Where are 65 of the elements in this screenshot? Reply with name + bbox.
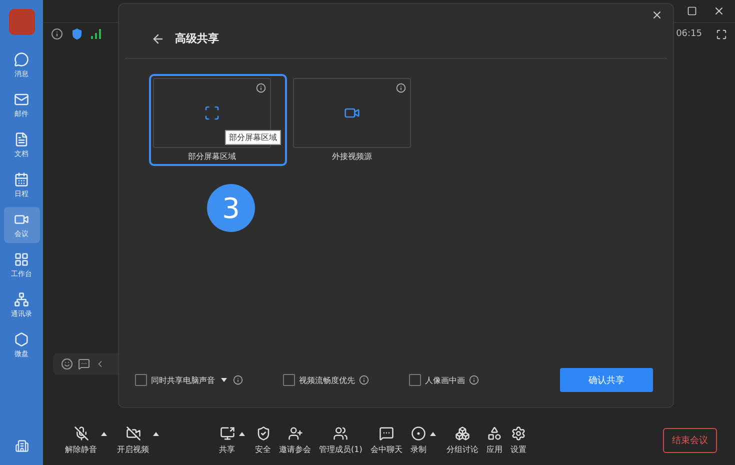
checkbox[interactable]	[283, 374, 295, 386]
close-button[interactable]	[651, 9, 663, 21]
caret-icon[interactable]	[239, 432, 245, 436]
tooltip: 部分屏幕区域	[225, 130, 281, 145]
mic-off-icon	[74, 426, 88, 440]
toolbar-button[interactable]: 解除静音	[61, 426, 101, 454]
share-option[interactable]: 外接视频源	[289, 74, 427, 166]
settings-icon	[510, 426, 526, 440]
info-icon[interactable]	[396, 83, 406, 93]
dialog-title: 高级共享	[175, 31, 219, 46]
shield-icon	[256, 426, 270, 440]
caret-icon[interactable]	[153, 432, 159, 436]
toolbar-button[interactable]: 邀请参会	[275, 426, 315, 454]
info-icon[interactable]	[233, 375, 243, 385]
users-icon	[333, 426, 348, 440]
checkbox[interactable]	[409, 374, 421, 386]
info-icon[interactable]	[359, 375, 369, 385]
back-button[interactable]	[151, 32, 165, 46]
boxes-icon	[454, 426, 470, 440]
hexagon-icon	[14, 332, 29, 346]
end-meeting-button[interactable]: 结束会议	[663, 428, 717, 452]
chat-icon	[378, 426, 394, 440]
checkbox-label: 人像画中画	[425, 374, 465, 386]
chat-bubble-icon	[14, 52, 29, 66]
toolbar-button[interactable]: 分组讨论	[442, 426, 482, 454]
smile-icon[interactable]	[61, 358, 73, 370]
add-user-icon	[288, 426, 302, 440]
step-badge: 3	[207, 184, 255, 232]
toolbar-button[interactable]: 应用	[482, 426, 506, 454]
document-icon	[14, 132, 29, 146]
apps-icon	[486, 426, 502, 440]
caret-icon[interactable]	[430, 432, 436, 436]
checkbox-label: 同时共享电脑声音	[151, 374, 215, 386]
record-icon	[410, 426, 426, 440]
toolbar-button[interactable]: 设置	[506, 426, 530, 454]
grid-icon	[14, 252, 29, 266]
calendar-icon	[14, 172, 29, 186]
toolbar-button[interactable]: 会中聊天	[366, 426, 406, 454]
toolbar-button[interactable]: 共享	[215, 426, 239, 454]
toolbar-button[interactable]: 安全	[251, 426, 275, 454]
confirm-share-button[interactable]: 确认共享	[560, 368, 653, 392]
checkbox[interactable]	[135, 374, 147, 386]
dropdown-caret-icon[interactable]	[221, 378, 227, 382]
maximize-icon[interactable]	[687, 6, 697, 16]
close-icon[interactable]	[713, 5, 725, 17]
org-chart-icon	[14, 292, 29, 306]
screen-share-icon	[220, 426, 234, 440]
region-select-icon	[204, 105, 220, 121]
chat-icon[interactable]	[78, 358, 90, 370]
building-icon[interactable]	[14, 439, 28, 453]
info-icon[interactable]	[256, 83, 266, 93]
toolbar-button[interactable]: 开启视频	[113, 426, 153, 454]
avatar-placeholder	[8, 9, 34, 35]
video-off-icon	[126, 426, 140, 440]
meeting-time: 06:15	[676, 29, 702, 39]
envelope-icon	[14, 92, 29, 106]
info-icon[interactable]	[469, 375, 479, 385]
signal-icon	[91, 29, 101, 39]
toolbar-button[interactable]: 录制	[406, 426, 430, 454]
info-icon[interactable]	[51, 28, 63, 40]
toolbar-button[interactable]: 管理成员(1)	[315, 426, 366, 454]
fullscreen-icon[interactable]	[716, 28, 727, 40]
caret-icon[interactable]	[101, 432, 107, 436]
shield-icon[interactable]	[71, 28, 83, 40]
checkbox-label: 视频流畅度优先	[299, 374, 355, 386]
